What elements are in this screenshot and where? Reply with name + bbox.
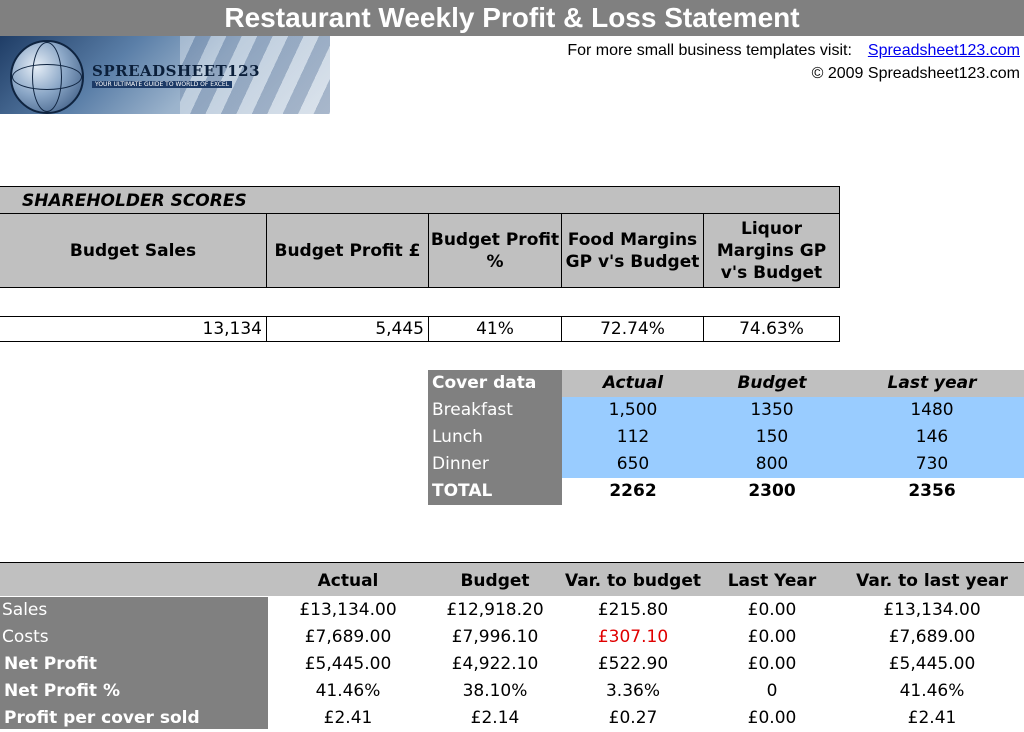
header-budget-sales[interactable]: Budget Sales <box>0 214 267 288</box>
shareholder-scores-title[interactable]: SHAREHOLDER SCORES <box>0 186 840 214</box>
pl-row-profit-per-cover[interactable]: Profit per cover sold <box>0 705 268 729</box>
pl-cell[interactable]: 38.10% <box>428 678 562 705</box>
pl-cell[interactable]: £0.00 <box>704 651 840 678</box>
cover-col-actual[interactable]: Actual <box>562 370 704 397</box>
cover-cell[interactable]: 730 <box>840 451 1024 478</box>
pl-cell[interactable]: £2.41 <box>840 705 1024 729</box>
pl-cell[interactable]: £12,918.20 <box>428 597 562 624</box>
pl-col-var-budget[interactable]: Var. to budget <box>562 562 704 596</box>
cover-cell[interactable]: 112 <box>562 424 704 451</box>
promo-text: For more small business templates visit: <box>567 42 852 59</box>
promo-line: For more small business templates visit:… <box>567 42 1020 60</box>
header-food-margins[interactable]: Food Margins GP v's Budget <box>562 214 704 288</box>
pl-row-sales[interactable]: Sales <box>0 597 268 624</box>
cover-total-cell[interactable]: 2300 <box>704 478 840 505</box>
pl-cell[interactable]: £13,134.00 <box>268 597 428 624</box>
pl-cell[interactable]: £7,996.10 <box>428 624 562 651</box>
globe-icon <box>10 40 84 114</box>
cover-row-lunch[interactable]: Lunch <box>428 424 562 451</box>
pl-cell-negative[interactable]: £307.10 <box>562 624 704 651</box>
cover-cell[interactable]: 146 <box>840 424 1024 451</box>
cover-col-budget[interactable]: Budget <box>704 370 840 397</box>
pl-cell[interactable]: £2.14 <box>428 705 562 729</box>
cover-cell[interactable]: 650 <box>562 451 704 478</box>
cover-cell[interactable]: 1,500 <box>562 397 704 424</box>
cover-cell[interactable]: 1350 <box>704 397 840 424</box>
pl-cell[interactable]: £13,134.00 <box>840 597 1024 624</box>
pl-cell[interactable]: £0.27 <box>562 705 704 729</box>
pl-cell[interactable]: £0.00 <box>704 705 840 729</box>
logo-name: SPREADSHEET123 <box>92 62 261 80</box>
pl-row-net-profit[interactable]: Net Profit <box>0 651 268 678</box>
pl-cell[interactable]: £522.90 <box>562 651 704 678</box>
promo-link[interactable]: Spreadsheet123.com <box>868 42 1020 59</box>
value-food-margins[interactable]: 72.74% <box>562 316 704 342</box>
cover-col-last-year[interactable]: Last year <box>840 370 1024 397</box>
pl-row-costs[interactable]: Costs <box>0 624 268 651</box>
pl-col-budget[interactable]: Budget <box>428 562 562 596</box>
spreadsheet123-logo[interactable]: SPREADSHEET123 YOUR ULTIMATE GUIDE TO WO… <box>0 36 330 114</box>
value-liquor-margins[interactable]: 74.63% <box>704 316 840 342</box>
pl-cell[interactable]: £7,689.00 <box>840 624 1024 651</box>
cover-data-label[interactable]: Cover data <box>428 370 562 397</box>
pl-cell[interactable]: £2.41 <box>268 705 428 729</box>
header-budget-profit-gbp[interactable]: Budget Profit £ <box>267 214 429 288</box>
pl-cell[interactable]: 3.36% <box>562 678 704 705</box>
pl-cell[interactable]: £5,445.00 <box>268 651 428 678</box>
cover-total-cell[interactable]: 2356 <box>840 478 1024 505</box>
cover-total-cell[interactable]: 2262 <box>562 478 704 505</box>
pl-cell[interactable]: £7,689.00 <box>268 624 428 651</box>
pl-col-var-last-year[interactable]: Var. to last year <box>840 562 1024 596</box>
copyright-text: © 2009 Spreadsheet123.com <box>811 65 1020 82</box>
pl-cell[interactable]: £215.80 <box>562 597 704 624</box>
value-budget-sales[interactable]: 13,134 <box>0 316 267 342</box>
cover-cell[interactable]: 800 <box>704 451 840 478</box>
pl-cell[interactable]: £0.00 <box>704 624 840 651</box>
cover-cell[interactable]: 150 <box>704 424 840 451</box>
cover-row-breakfast[interactable]: Breakfast <box>428 397 562 424</box>
cover-row-dinner[interactable]: Dinner <box>428 451 562 478</box>
pl-col-last-year[interactable]: Last Year <box>704 562 840 596</box>
pl-col-actual[interactable]: Actual <box>268 562 428 596</box>
logo-tagline: YOUR ULTIMATE GUIDE TO WORLD OF EXCEL <box>92 81 233 88</box>
pl-cell[interactable]: 41.46% <box>840 678 1024 705</box>
pl-cell[interactable]: 41.46% <box>268 678 428 705</box>
cover-cell[interactable]: 1480 <box>840 397 1024 424</box>
cover-row-total[interactable]: TOTAL <box>428 478 562 505</box>
header-budget-profit-pct[interactable]: Budget Profit % <box>429 214 562 288</box>
value-budget-profit-gbp[interactable]: 5,445 <box>267 316 429 342</box>
value-budget-profit-pct[interactable]: 41% <box>429 316 562 342</box>
pl-cell[interactable]: 0 <box>704 678 840 705</box>
pl-cell[interactable]: £0.00 <box>704 597 840 624</box>
pl-cell[interactable]: £5,445.00 <box>840 651 1024 678</box>
sheet-title: Restaurant Weekly Profit & Loss Statemen… <box>0 0 1024 36</box>
pl-cell[interactable]: £4,922.10 <box>428 651 562 678</box>
header-liquor-margins[interactable]: Liquor Margins GP v's Budget <box>704 214 840 288</box>
pl-row-net-profit-pct[interactable]: Net Profit % <box>0 678 268 705</box>
